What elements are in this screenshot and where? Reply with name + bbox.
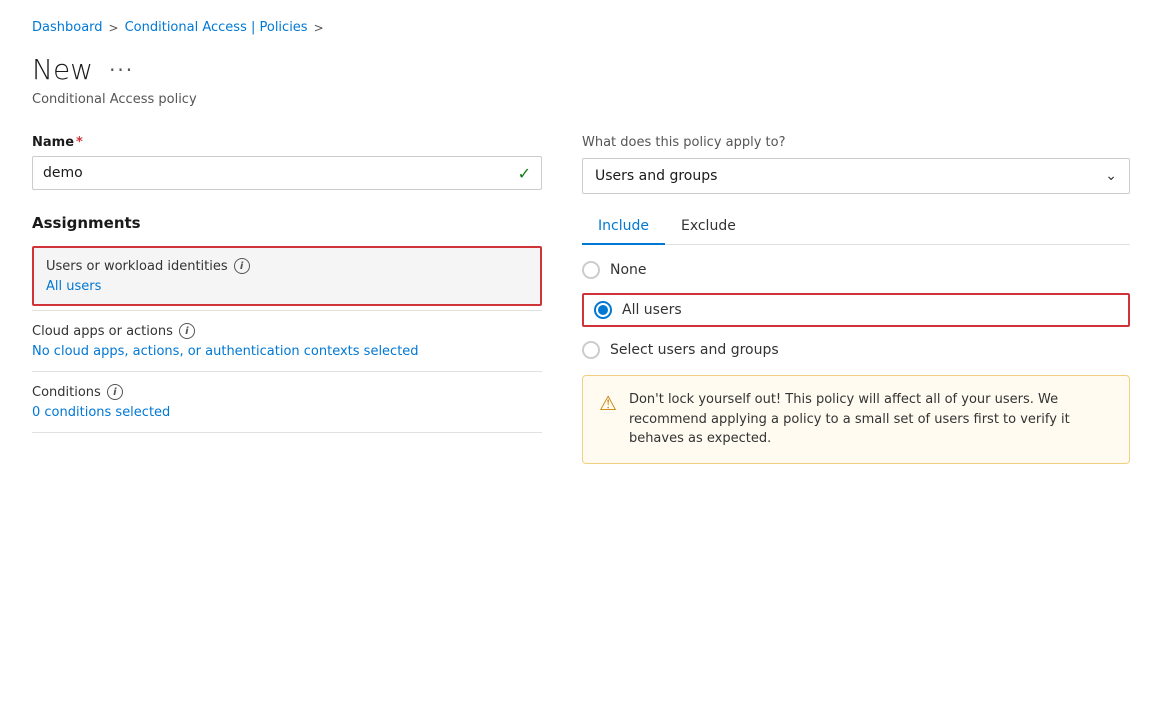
breadcrumb-sep-1: > — [109, 21, 119, 35]
radio-all-users-circle — [594, 301, 612, 319]
page-title: New — [32, 53, 93, 86]
breadcrumb: Dashboard > Conditional Access | Policie… — [32, 20, 1130, 35]
main-layout: Name* demo ✓ Assignments Users or worklo… — [32, 135, 1130, 464]
assignment-users-label: Users or workload identities — [46, 259, 228, 274]
warning-box: ⚠ Don't lock yourself out! This policy w… — [582, 375, 1130, 464]
users-groups-dropdown[interactable]: Users and groups ⌄ — [582, 158, 1130, 194]
tab-exclude[interactable]: Exclude — [665, 210, 752, 245]
dropdown-value: Users and groups — [595, 168, 717, 184]
ellipsis-button[interactable]: ··· — [103, 56, 140, 84]
assignments-heading: Assignments — [32, 214, 542, 232]
page-container: Dashboard > Conditional Access | Policie… — [0, 0, 1162, 721]
assignment-users-header: Users or workload identities i — [46, 258, 528, 274]
conditions-link[interactable]: 0 conditions selected — [32, 405, 170, 420]
conditions-info-icon[interactable]: i — [107, 384, 123, 400]
required-star: * — [76, 135, 83, 150]
cloud-apps-link[interactable]: No cloud apps, actions, or authenticatio… — [32, 344, 419, 359]
radio-select-users[interactable]: Select users and groups — [582, 341, 1130, 359]
radio-none-circle — [582, 261, 600, 279]
radio-select-users-label: Select users and groups — [610, 342, 779, 358]
radio-all-users-label: All users — [622, 302, 682, 318]
page-header: New ··· — [32, 53, 1130, 86]
breadcrumb-policies[interactable]: Conditional Access | Policies — [125, 20, 308, 35]
name-input[interactable]: demo ✓ — [32, 156, 542, 190]
include-exclude-tabs: Include Exclude — [582, 210, 1130, 245]
radio-none-label: None — [610, 262, 647, 278]
assignment-conditions-header: Conditions i — [32, 384, 542, 400]
warning-icon: ⚠ — [599, 391, 617, 415]
assignment-conditions-label: Conditions — [32, 385, 101, 400]
page-subtitle: Conditional Access policy — [32, 92, 1130, 107]
checkmark-icon: ✓ — [518, 164, 531, 183]
assignment-item-users[interactable]: Users or workload identities i All users — [32, 246, 542, 306]
right-panel: What does this policy apply to? Users an… — [582, 135, 1130, 464]
tab-include[interactable]: Include — [582, 210, 665, 245]
warning-text: Don't lock yourself out! This policy wil… — [629, 390, 1113, 449]
assignment-cloud-header: Cloud apps or actions i — [32, 323, 542, 339]
radio-group: None All users Select users and groups — [582, 261, 1130, 359]
left-panel: Name* demo ✓ Assignments Users or worklo… — [32, 135, 542, 433]
name-field-group: Name* demo ✓ — [32, 135, 542, 190]
assignment-cloud-label: Cloud apps or actions — [32, 324, 173, 339]
assignment-item-cloud-apps[interactable]: Cloud apps or actions i No cloud apps, a… — [32, 310, 542, 371]
cloud-info-icon[interactable]: i — [179, 323, 195, 339]
radio-all-users-box[interactable]: All users — [582, 293, 1130, 327]
assignment-item-conditions[interactable]: Conditions i 0 conditions selected — [32, 371, 542, 433]
users-info-icon[interactable]: i — [234, 258, 250, 274]
breadcrumb-dashboard[interactable]: Dashboard — [32, 20, 103, 35]
dropdown-chevron-icon: ⌄ — [1105, 168, 1117, 184]
breadcrumb-sep-2: > — [314, 21, 324, 35]
radio-none[interactable]: None — [582, 261, 1130, 279]
name-input-value: demo — [43, 165, 83, 181]
radio-select-users-circle — [582, 341, 600, 359]
name-label: Name* — [32, 135, 542, 150]
policy-applies-label: What does this policy apply to? — [582, 135, 1130, 150]
users-link[interactable]: All users — [46, 279, 101, 294]
